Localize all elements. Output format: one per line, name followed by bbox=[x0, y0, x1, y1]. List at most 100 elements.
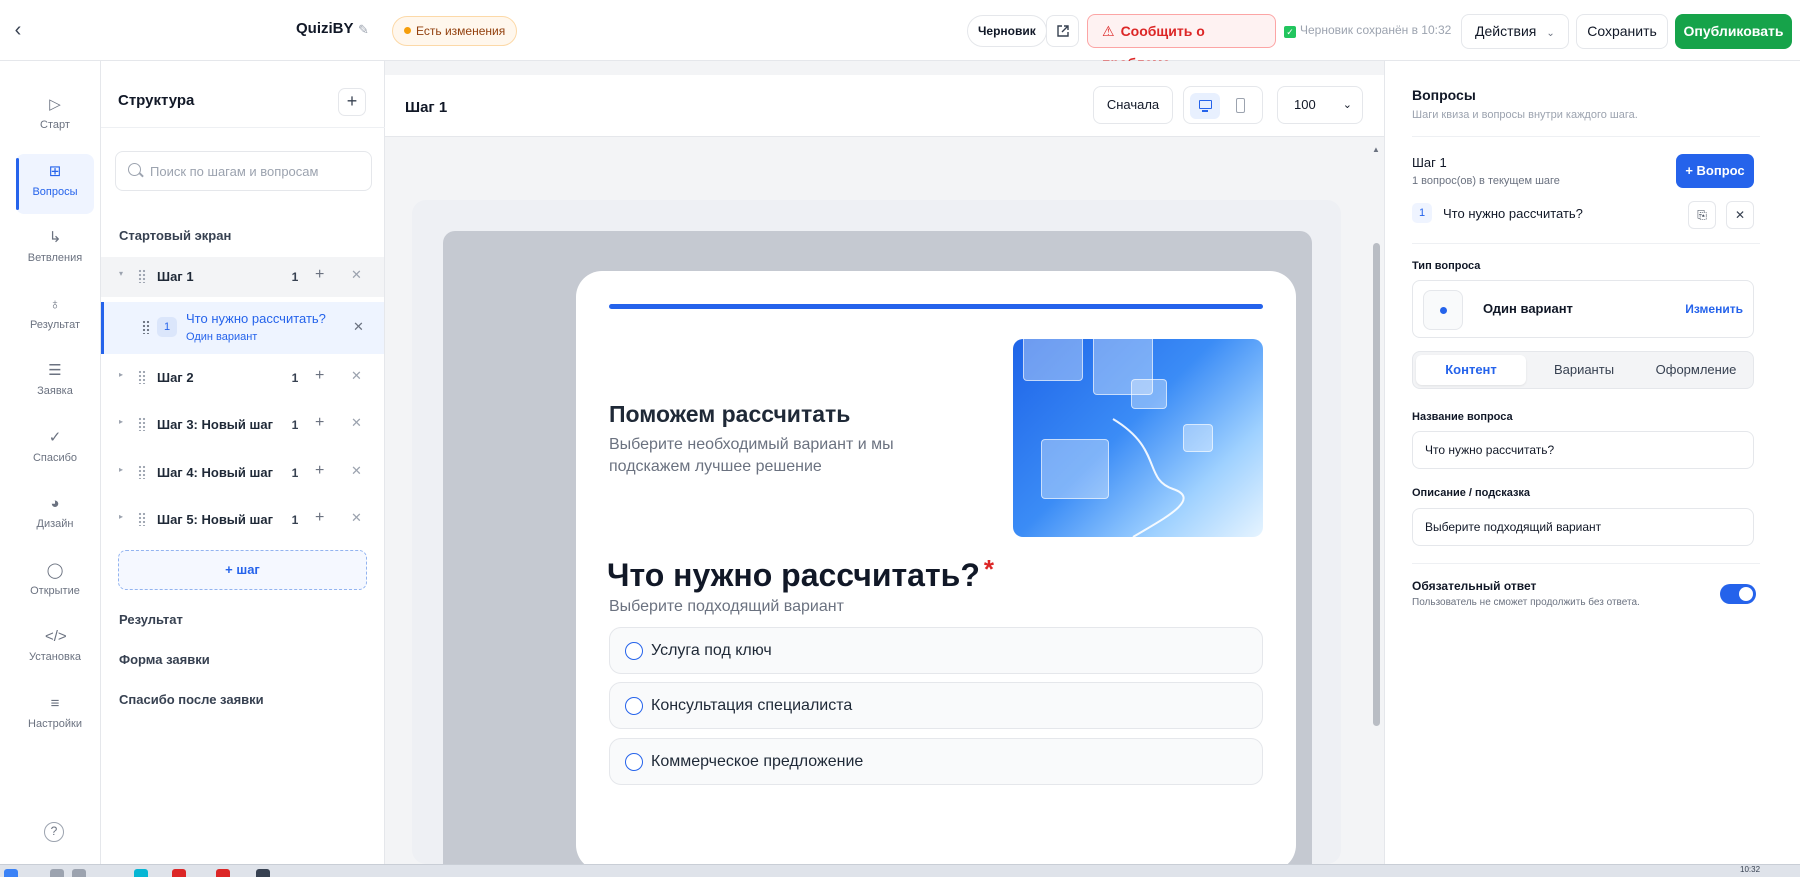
zoom-value: 100 bbox=[1294, 97, 1316, 112]
close-icon[interactable]: ✕ bbox=[351, 510, 362, 526]
nav-item-opening[interactable]: ◯ Открытие bbox=[16, 553, 94, 613]
nav-item-design[interactable]: ◕ Дизайн bbox=[16, 486, 94, 546]
tab-options[interactable]: Варианты bbox=[1529, 355, 1639, 385]
os-taskbar: 10:32 bbox=[0, 864, 1800, 877]
close-icon[interactable]: ✕ bbox=[351, 463, 362, 479]
question-list-item[interactable]: Что нужно рассчитать? bbox=[1443, 206, 1583, 221]
taskbar-app-icon[interactable] bbox=[72, 869, 86, 877]
add-step-button[interactable]: + шаг bbox=[118, 550, 367, 590]
add-question-icon[interactable]: + bbox=[315, 462, 324, 480]
nav-item-thanks[interactable]: ✓ Спасибо bbox=[16, 420, 94, 480]
add-question-button[interactable]: + Вопрос bbox=[1676, 154, 1754, 188]
close-icon[interactable]: ✕ bbox=[351, 267, 362, 283]
tab-appearance[interactable]: Оформление bbox=[1641, 355, 1751, 385]
step-row[interactable]: ▸ Шаг 3: Новый шаг 1 + ✕ bbox=[101, 405, 384, 445]
taskbar-app-icon[interactable] bbox=[256, 869, 270, 877]
scrollbar-thumb[interactable] bbox=[1373, 243, 1380, 726]
lead-form-item[interactable]: Форма заявки bbox=[119, 652, 210, 667]
drag-handle-icon[interactable] bbox=[138, 370, 146, 384]
drag-handle-icon[interactable] bbox=[142, 320, 150, 334]
add-question-icon[interactable]: + bbox=[315, 266, 324, 284]
nav-item-install[interactable]: </> Установка bbox=[16, 619, 94, 679]
start-screen-item[interactable]: Стартовый экран bbox=[119, 228, 231, 243]
taskbar-app-icon[interactable] bbox=[134, 869, 148, 877]
caret-icon[interactable]: ▸ bbox=[119, 417, 123, 426]
caret-icon[interactable]: ▸ bbox=[119, 512, 123, 521]
caret-icon[interactable]: ▸ bbox=[119, 370, 123, 379]
radio-icon[interactable] bbox=[625, 697, 643, 715]
question-name-input[interactable] bbox=[1413, 432, 1753, 468]
description-input[interactable] bbox=[1413, 509, 1753, 545]
search-input[interactable] bbox=[150, 152, 365, 190]
app-title: QuiziBY bbox=[296, 20, 354, 37]
zoom-select[interactable]: 100 ⌄ bbox=[1277, 86, 1363, 124]
add-question-icon[interactable]: + bbox=[315, 509, 324, 527]
pencil-icon[interactable]: ✎ bbox=[358, 22, 369, 38]
radio-icon[interactable] bbox=[625, 753, 643, 771]
copy-icon[interactable]: ⎘ bbox=[1688, 201, 1716, 229]
save-button[interactable]: Сохранить bbox=[1576, 14, 1668, 49]
report-problem-button[interactable]: ⚠Сообщить о проблеме bbox=[1087, 14, 1276, 71]
nav-item-branching[interactable]: ↳ Ветвления bbox=[16, 220, 94, 280]
result-item[interactable]: Результат bbox=[119, 612, 183, 627]
desktop-view-button[interactable] bbox=[1190, 93, 1220, 119]
publish-button[interactable]: Опубликовать bbox=[1675, 14, 1792, 49]
close-icon[interactable]: ✕ bbox=[351, 368, 362, 384]
nav-item-start[interactable]: ▷ Старт bbox=[16, 87, 94, 147]
nav-item-label: Результат bbox=[29, 319, 81, 331]
taskbar-app-icon[interactable] bbox=[50, 869, 64, 877]
nav-item-label: Старт bbox=[40, 119, 70, 131]
drag-handle-icon[interactable] bbox=[138, 465, 146, 479]
question-count: 1 bbox=[291, 418, 299, 432]
close-icon[interactable]: ✕ bbox=[351, 415, 362, 431]
question-item[interactable]: 1 Что нужно рассчитать? Один вариант ✕ bbox=[101, 302, 384, 354]
question-number: 1 bbox=[1412, 203, 1432, 223]
type-label: Тип вопроса bbox=[1412, 260, 1481, 272]
drag-handle-icon[interactable] bbox=[138, 417, 146, 431]
add-item-button[interactable]: + bbox=[338, 88, 366, 116]
left-nav: ▷ Старт ⊞ Вопросы ↳ Ветвления ♁ Результат ☰ З… bbox=[0, 61, 101, 864]
required-toggle[interactable] bbox=[1720, 584, 1756, 604]
answer-option[interactable]: Консультация специалиста bbox=[609, 682, 1263, 729]
answer-option[interactable]: Коммерческое предложение bbox=[609, 738, 1263, 785]
restart-button[interactable]: Сначала bbox=[1093, 86, 1173, 124]
add-question-icon[interactable]: + bbox=[315, 414, 324, 432]
tab-content[interactable]: Контент bbox=[1416, 355, 1526, 385]
drag-handle-icon[interactable] bbox=[138, 512, 146, 526]
caret-icon[interactable]: ▾ bbox=[119, 269, 123, 278]
step-row[interactable]: ▾ Шаг 1 1 + ✕ bbox=[101, 257, 384, 297]
start-icon[interactable] bbox=[4, 869, 18, 877]
taskbar-app-icon[interactable] bbox=[216, 869, 230, 877]
grid-icon: ⊞ bbox=[48, 163, 62, 180]
nav-item-lead[interactable]: ☰ Заявка bbox=[16, 353, 94, 413]
nav-item-questions[interactable]: ⊞ Вопросы bbox=[16, 154, 94, 214]
thanks-item[interactable]: Спасибо после заявки bbox=[119, 692, 264, 707]
nav-item-label: Заявка bbox=[37, 385, 73, 397]
changes-badge-label: Есть изменения bbox=[416, 24, 506, 38]
draft-button[interactable]: Черновик bbox=[967, 15, 1047, 47]
form-icon: ☰ bbox=[48, 362, 62, 379]
external-link-icon bbox=[1057, 25, 1069, 37]
taskbar-app-icon[interactable] bbox=[172, 869, 186, 877]
nav-item-settings[interactable]: ≡ Настройки bbox=[16, 686, 94, 746]
help-icon[interactable]: ? bbox=[44, 822, 64, 842]
close-icon[interactable]: ✕ bbox=[353, 319, 364, 335]
change-type-link[interactable]: Изменить bbox=[1685, 302, 1743, 316]
radio-icon[interactable] bbox=[625, 642, 643, 660]
step-row[interactable]: ▸ Шаг 4: Новый шаг 1 + ✕ bbox=[101, 453, 384, 493]
nav-item-result[interactable]: ♁ Результат bbox=[16, 287, 94, 347]
add-question-icon[interactable]: + bbox=[315, 367, 324, 385]
drag-handle-icon[interactable] bbox=[138, 269, 146, 283]
open-preview-button[interactable] bbox=[1046, 15, 1079, 47]
scrollbar[interactable]: ▲ ▼ bbox=[1370, 145, 1382, 865]
scroll-up-icon[interactable]: ▲ bbox=[1372, 145, 1380, 154]
mobile-view-button[interactable] bbox=[1226, 93, 1256, 119]
current-step-name: Шаг 1 bbox=[1412, 155, 1447, 170]
back-arrow-icon[interactable]: ‹ bbox=[8, 18, 28, 42]
actions-dropdown[interactable]: Действия ⌄ bbox=[1461, 14, 1569, 49]
caret-icon[interactable]: ▸ bbox=[119, 465, 123, 474]
step-row[interactable]: ▸ Шаг 2 1 + ✕ bbox=[101, 358, 384, 398]
answer-option[interactable]: Услуга под ключ bbox=[609, 627, 1263, 674]
close-icon[interactable]: ✕ bbox=[1726, 201, 1754, 229]
step-row[interactable]: ▸ Шаг 5: Новый шаг 1 + ✕ bbox=[101, 500, 384, 540]
